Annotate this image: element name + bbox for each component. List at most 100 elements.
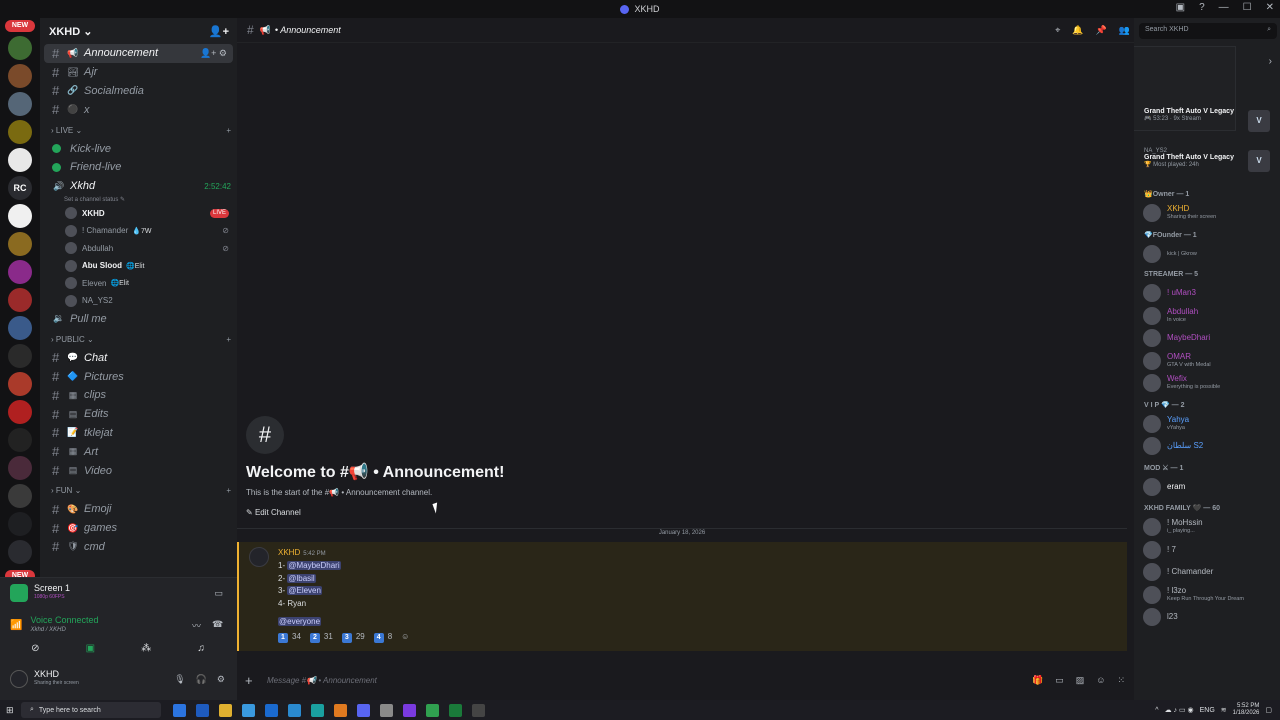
threads-icon[interactable]: ⌖: [1055, 25, 1060, 36]
noise-suppression-icon[interactable]: 〰: [192, 619, 201, 632]
server-icon[interactable]: [8, 36, 32, 60]
channel-announcement[interactable]: # 📢 Announcement 👤+ ⚙: [44, 44, 233, 63]
app-icon[interactable]: [334, 703, 347, 717]
apps-icon[interactable]: ⁙: [1117, 675, 1125, 686]
explorer-icon[interactable]: [219, 703, 232, 717]
category-live[interactable]: › LIVE ⌄ +: [40, 121, 237, 139]
server-icon[interactable]: [8, 260, 32, 284]
server-icon[interactable]: [8, 316, 32, 340]
voice-user[interactable]: NA_YS2: [40, 292, 237, 310]
server-icon[interactable]: [8, 456, 32, 480]
discord-icon[interactable]: [357, 703, 370, 717]
channel-emoji[interactable]: # 🎨 Emoji: [40, 500, 237, 519]
voice-user[interactable]: XKHD LIVE: [40, 205, 237, 223]
server-icon[interactable]: RC: [8, 176, 32, 200]
search-input[interactable]: Search XKHD ⌕: [1139, 22, 1277, 39]
channel-clips[interactable]: # ▦ clips: [40, 386, 237, 405]
app-icon[interactable]: [472, 703, 485, 717]
camera-off-icon[interactable]: ⊘: [31, 643, 39, 654]
voice-user[interactable]: Abdullah ⊘: [40, 240, 237, 258]
server-icon[interactable]: [8, 400, 32, 424]
app-icon[interactable]: [380, 703, 393, 717]
gear-icon[interactable]: ⚙: [217, 674, 225, 685]
server-icon[interactable]: [8, 288, 32, 312]
add-channel-icon[interactable]: +: [226, 126, 231, 135]
share-screen-icon[interactable]: ▣: [86, 643, 95, 654]
member-item[interactable]: ! MoHssin i_ playing...: [1134, 516, 1280, 539]
app-icon[interactable]: [403, 703, 416, 717]
add-channel-icon[interactable]: +: [226, 335, 231, 344]
upload-plus-icon[interactable]: +: [245, 673, 261, 688]
message[interactable]: XKHD 5:42 PM 1- @MaybeDhari 2- @lbasil 3-…: [237, 542, 1127, 651]
member-list-icon[interactable]: 👥: [1119, 25, 1130, 36]
voice-user[interactable]: Abu Slood 🌐Elit: [40, 257, 237, 275]
edit-channel-button[interactable]: ✎ Edit Channel: [246, 508, 301, 517]
member-item[interactable]: eram: [1134, 476, 1280, 499]
member-item[interactable]: سلطان S2: [1134, 435, 1280, 458]
member-item[interactable]: kick | Gkrow: [1134, 243, 1280, 266]
reaction-button[interactable]: 1 34: [278, 631, 301, 643]
clock[interactable]: 5:52 PM 1/18/2026: [1233, 703, 1260, 717]
server-icon[interactable]: [8, 372, 32, 396]
reaction-button[interactable]: 3 29: [341, 631, 365, 643]
channel-cmd[interactable]: # 🛡 cmd: [40, 538, 237, 557]
member-item[interactable]: ! 7: [1134, 539, 1280, 562]
soundboard-icon[interactable]: ♫: [197, 643, 205, 654]
voice-user[interactable]: Eleven 🌐Elit: [40, 275, 237, 293]
channel-x[interactable]: # ⚫ x: [40, 100, 237, 119]
server-icon[interactable]: [8, 540, 32, 564]
bell-icon[interactable]: 🔔: [1072, 25, 1083, 36]
channel-games[interactable]: # 🎯 games: [40, 519, 237, 538]
help-icon[interactable]: ?: [1199, 2, 1205, 13]
windows-start-icon[interactable]: ⊞: [6, 705, 14, 716]
maximize-button[interactable]: ☐: [1243, 2, 1252, 13]
server-icon[interactable]: [8, 484, 32, 508]
channel-status[interactable]: Set a channel status ✎: [40, 196, 237, 205]
word-icon[interactable]: [196, 703, 209, 717]
taskbar-search[interactable]: ⌕ Type here to search: [21, 702, 161, 718]
inbox-icon[interactable]: ▣: [1176, 2, 1185, 13]
member-item[interactable]: OMAR GTA V with Medal: [1134, 350, 1280, 373]
member-item[interactable]: ! uMan3: [1134, 282, 1280, 305]
language-indicator[interactable]: ENG: [1200, 707, 1215, 714]
category-public[interactable]: › PUBLIC ⌄ +: [40, 330, 237, 348]
channel-pictures[interactable]: # 🔷 Pictures: [40, 367, 237, 386]
activities-icon[interactable]: ⁂: [141, 643, 151, 654]
gift-icon[interactable]: 🎁: [1032, 675, 1043, 686]
app-icon[interactable]: [449, 703, 462, 717]
user-mention[interactable]: @lbasil: [287, 573, 316, 583]
reaction-button[interactable]: 48: [373, 631, 392, 643]
message-input[interactable]: + Message #📢 • Announcement 🎁 ▭ ▨ ☺ ⁙: [245, 669, 1125, 691]
voice-user[interactable]: ! Chamander 💧7W ⊘: [40, 222, 237, 240]
add-channel-icon[interactable]: +: [226, 486, 231, 495]
disconnect-icon[interactable]: ☎: [212, 619, 223, 630]
outlook-icon[interactable]: [265, 703, 278, 717]
taskbar-app-icon[interactable]: [173, 703, 186, 717]
member-item[interactable]: l23: [1134, 606, 1280, 629]
chevron-right-icon[interactable]: ›: [1269, 56, 1272, 67]
minimize-button[interactable]: —: [1219, 2, 1229, 13]
close-button[interactable]: ✕: [1266, 2, 1274, 13]
server-icon[interactable]: [8, 344, 32, 368]
server-icon[interactable]: [8, 148, 32, 172]
reaction-button[interactable]: 2 31: [309, 631, 333, 643]
edge-icon[interactable]: [311, 703, 324, 717]
channel-settings-icon[interactable]: 👤+ ⚙: [200, 48, 227, 59]
server-icon[interactable]: [8, 204, 32, 228]
channel-tklejat[interactable]: # 📝 tklejat: [40, 424, 237, 443]
channel-friend-live[interactable]: Friend-live: [40, 158, 237, 177]
server-icon[interactable]: [8, 512, 32, 536]
tray-icons[interactable]: ☁ ♪ ▭ ◉: [1165, 706, 1194, 714]
member-item[interactable]: Wefix Everything is possible: [1134, 372, 1280, 395]
server-icon[interactable]: [8, 64, 32, 88]
voice-status[interactable]: 📶 Voice Connected Xkhd / XKHD: [10, 615, 99, 635]
server-icon[interactable]: [8, 428, 32, 452]
server-icon[interactable]: [8, 120, 32, 144]
store-icon[interactable]: [242, 703, 255, 717]
headphones-icon[interactable]: 🎧: [196, 674, 207, 685]
gif-icon[interactable]: ▭: [1055, 675, 1064, 686]
category-fun[interactable]: › FUN ⌄ +: [40, 482, 237, 500]
sticker-icon[interactable]: ▨: [1076, 675, 1085, 686]
edge-icon[interactable]: [288, 703, 301, 717]
game-activity-card[interactable]: Grand Theft Auto V Legacy 🎮 53:23 · 9x St…: [1134, 104, 1280, 144]
